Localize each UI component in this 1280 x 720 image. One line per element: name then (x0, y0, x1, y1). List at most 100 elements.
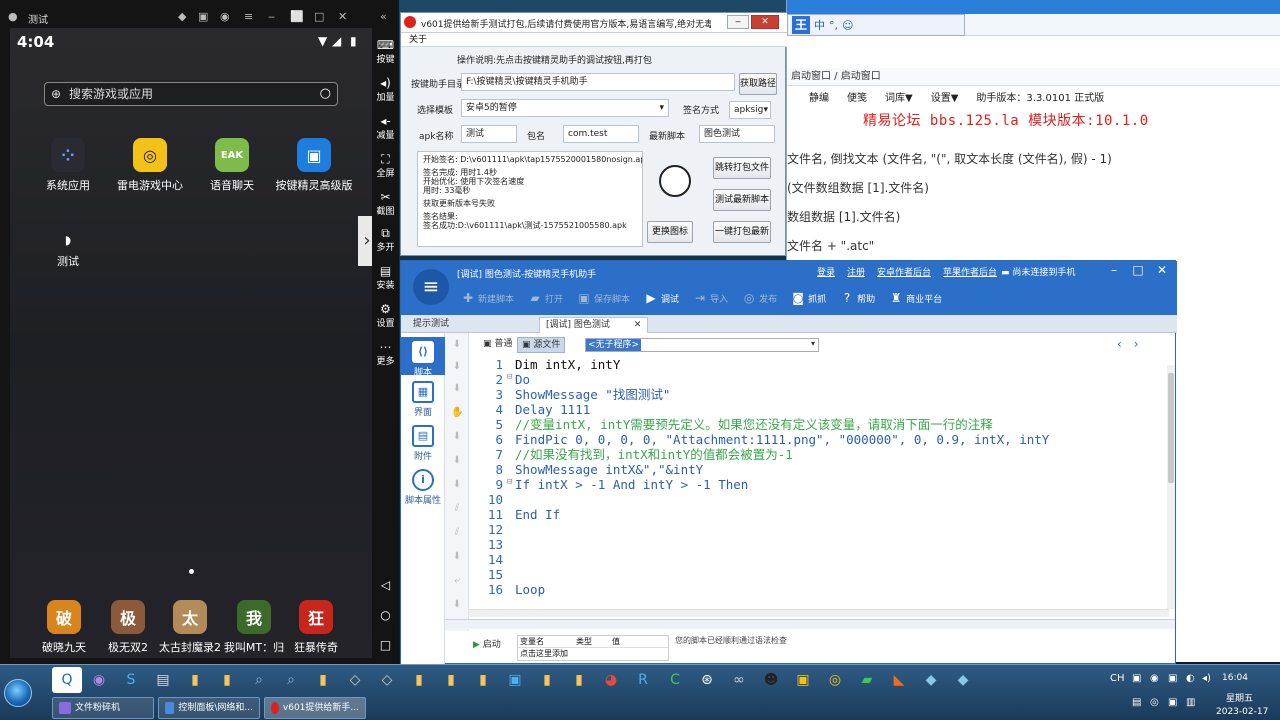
tray-date[interactable]: 2023-02-17 (1216, 707, 1268, 717)
business-platform-button[interactable]: ♜ 商业平台 (889, 291, 942, 305)
import-button[interactable]: ⇥ 导入 (693, 291, 728, 305)
pack-latest-button[interactable]: 一键打包最新 (713, 221, 771, 243)
gutter-icon[interactable]: ⬇ (451, 431, 463, 442)
pack-tool-window[interactable]: v601提供给新手测试打包,后续请付费使用官方版本,易语言编写,绝对无毒,误报请… (400, 12, 787, 256)
quick-launch-icon[interactable]: ◉ (84, 667, 114, 693)
add-variable-hint[interactable]: 点击这里添加 (518, 648, 668, 660)
search-icon[interactable]: ⌕ (276, 667, 306, 693)
tab-debug-color-test[interactable]: [调试] 图色测试 ✕ (539, 317, 649, 333)
folder-icon[interactable]: ▮ (180, 667, 210, 693)
tray-icon[interactable]: ▣ (1132, 673, 1141, 684)
folder-icon[interactable]: ▮ (436, 667, 466, 693)
android-screen[interactable]: 4:04 ▼ ◢ ▮ ⊕ 搜索游戏或应用 ○ ⁘ 系统应用 ◎ 雷电游戏中心 E… (10, 28, 372, 658)
tray-icon[interactable]: ◐ (1186, 673, 1195, 684)
quick-launch-icon[interactable]: C (660, 667, 690, 693)
gutter-icon[interactable]: ⤶ (451, 575, 463, 586)
code-line-14[interactable]: 14 (481, 552, 515, 567)
nav-home-button[interactable]: ○ (372, 608, 399, 622)
gutter-icon[interactable]: ⬇ (451, 479, 463, 490)
debug-button[interactable]: ▶ 调试 (644, 291, 679, 305)
tray-icon[interactable]: ▤ (1132, 697, 1141, 708)
code-line-2[interactable]: 2 Do (481, 372, 530, 387)
quick-launch-icon[interactable]: ∞ (724, 667, 754, 693)
quick-launch-icon[interactable]: Q (52, 667, 82, 693)
emulator-gamepad-icon[interactable]: ▣ (198, 11, 210, 23)
pack-menu-about[interactable]: 关于 (409, 35, 427, 45)
emulator-min-icon[interactable]: ‒ (268, 11, 280, 23)
sign-select[interactable]: apksig ▾ (729, 101, 771, 119)
connect-status[interactable]: ▬ 尚未连接到手机 (1001, 265, 1075, 278)
sidebar-multi[interactable]: ⧉ 多开 (372, 226, 399, 253)
apple-author-link[interactable]: 苹果作者后台 (943, 265, 997, 278)
search-icon[interactable]: ⌕ (244, 667, 274, 693)
gutter-hand-icon[interactable]: ✋ (451, 407, 463, 418)
nav-script[interactable]: ⟨⟩ 脚本 (401, 337, 445, 378)
ime-icon[interactable]: CH (1110, 673, 1125, 684)
capture-button[interactable]: ◙ 抓抓 (791, 291, 826, 305)
sidebar-more[interactable]: ⋯ 更多 (372, 340, 399, 367)
pack-log[interactable]: 开始签名: D:\v601111\apk\tap1575520001580nos… (417, 151, 643, 247)
qq-icon[interactable]: ☻ (756, 667, 786, 693)
volume-icon[interactable]: ◂) (1202, 673, 1211, 684)
folder-icon[interactable]: ▮ (212, 667, 242, 693)
network-icon[interactable]: ▥ (1186, 697, 1195, 708)
template-select[interactable]: 安卓5的暂停 ▾ (461, 99, 669, 117)
android-author-link[interactable]: 安卓作者后台 (877, 265, 931, 278)
sidebar-vol-up[interactable]: ◂) 加量 (372, 76, 399, 103)
side-pull-handle[interactable]: › (358, 216, 372, 266)
code-line-12[interactable]: 12 (481, 522, 515, 537)
emulator-account-icon[interactable]: ◉ (220, 11, 232, 23)
app-game-5[interactable]: 狂 狂暴传奇 (276, 600, 356, 655)
open-button[interactable]: ▰ 打开 (528, 291, 563, 305)
sidebar-vol-down[interactable]: ◂- 减量 (372, 114, 399, 141)
quick-launch-icon[interactable]: ◣ (884, 667, 914, 693)
nav-arrows[interactable]: ‹› (1117, 337, 1151, 351)
quick-launch-icon[interactable]: ◇ (372, 667, 402, 693)
ide-maximize-button[interactable]: □ (1131, 263, 1145, 277)
pack-dir-field[interactable]: F:\按键精灵\按键精灵手机助手 (461, 73, 735, 91)
input-method-item[interactable]: ☺ (842, 19, 853, 32)
gutter-icon[interactable]: ⫽ (451, 503, 463, 514)
app-system[interactable]: ⁘ 系统应用 (28, 138, 108, 193)
publish-button[interactable]: ◎ 发布 (742, 291, 777, 305)
emulator-restore-icon[interactable]: □ (314, 11, 326, 23)
nav-ui[interactable]: ▦ 界面 (401, 381, 445, 418)
quick-launch-icon[interactable]: ◆ (948, 667, 978, 693)
start-button[interactable] (4, 679, 32, 707)
panel-splitter[interactable] (445, 619, 1175, 629)
fold-icon[interactable]: ⊟ (507, 372, 512, 382)
quick-launch-icon[interactable]: ◎ (820, 667, 850, 693)
code-line-1[interactable]: 1 Dim intX, intY (481, 357, 620, 372)
input-method-floatbar[interactable]: 王 中 °, ☺ (787, 14, 965, 36)
monitor-icon[interactable]: ▣ (500, 667, 530, 693)
folder-icon[interactable]: ▮ (404, 667, 434, 693)
editor-hscrollbar[interactable] (469, 609, 1169, 617)
nav-recent-button[interactable]: □ (372, 638, 399, 652)
change-icon-button[interactable]: 更换图标 (647, 221, 693, 243)
pack-minimize-button[interactable]: ‒ (727, 15, 749, 29)
app-test[interactable]: ◗ 测试 (28, 232, 108, 269)
variable-table[interactable]: 变量名 类型 值 点击这里添加 (517, 635, 669, 661)
sidebar-fullscreen[interactable]: ⛶ 全屏 (372, 152, 399, 179)
task-control-panel[interactable]: 控制面板\网络和... (158, 697, 260, 719)
chrome-icon[interactable]: ◕ (596, 667, 626, 693)
subroutine-select[interactable]: <无子程序> ▾ (585, 338, 819, 352)
register-link[interactable]: 注册 (847, 265, 865, 278)
tab-tip-test[interactable]: 提示测试 (407, 317, 455, 333)
gutter-icon[interactable]: ⬇ (451, 383, 463, 394)
pkg-field[interactable]: com.test (563, 125, 639, 143)
emulator-shield-icon[interactable]: ◆ (178, 11, 190, 23)
start-run-button[interactable]: ▶ 启动 (473, 637, 501, 650)
background-menu-item[interactable]: 静编 (809, 90, 829, 108)
emulator-full-icon[interactable]: ⬜ (290, 11, 304, 23)
quick-launch-icon[interactable]: ◆ (916, 667, 946, 693)
code-line-16[interactable]: 16 Loop (481, 582, 545, 597)
pack-close-button[interactable]: ✕ (751, 15, 779, 29)
close-icon[interactable]: ✕ (634, 320, 642, 330)
nav-properties[interactable]: i 脚本属性 (401, 469, 445, 506)
code-line-15[interactable]: 15 (481, 567, 515, 582)
background-menu-item[interactable]: 词库▼ (885, 90, 913, 108)
get-path-button[interactable]: 获取路径 (739, 73, 777, 95)
android-search-bar[interactable]: ⊕ 搜索游戏或应用 ○ (44, 82, 338, 106)
quick-launch-icon[interactable]: ▰ (852, 667, 882, 693)
